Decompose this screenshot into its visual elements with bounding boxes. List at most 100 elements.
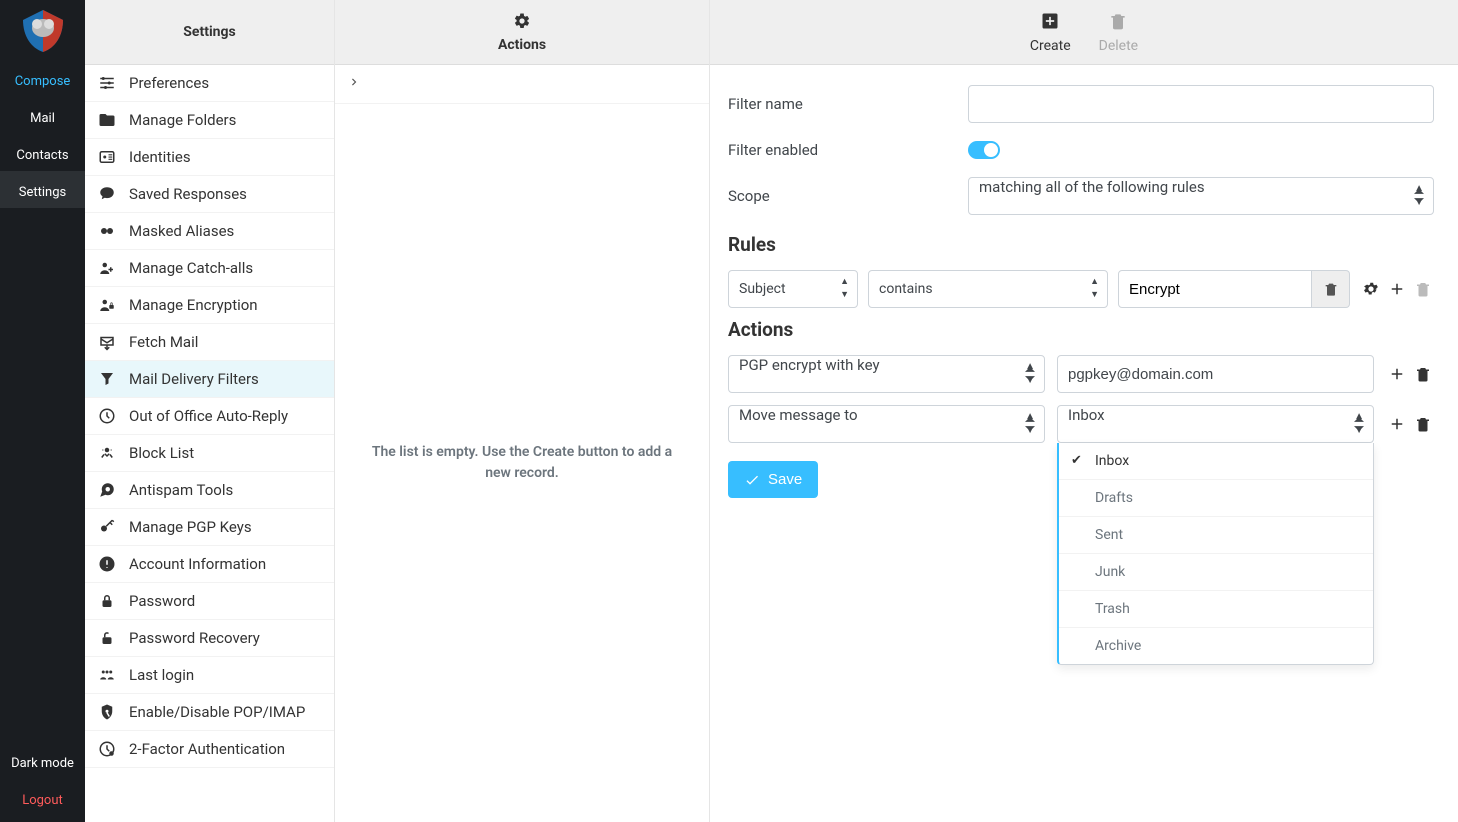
folder-option-junk[interactable]: Junk [1059,554,1373,591]
action1-type-select[interactable]: PGP encrypt with key [728,355,1045,393]
settings-item-label: Fetch Mail [129,333,198,351]
action-row-1: PGP encrypt with key ▲▼ [728,355,1434,393]
folder-option-drafts[interactable]: Drafts [1059,480,1373,517]
folder-dropdown: InboxDraftsSentJunkTrashArchive [1057,443,1374,665]
settings-item-icon [97,148,117,166]
action1-value-input[interactable] [1057,355,1374,393]
folder-option-sent[interactable]: Sent [1059,517,1373,554]
chevron-right-icon[interactable] [335,65,709,104]
settings-item-out-of-office-auto-reply[interactable]: Out of Office Auto-Reply [85,398,334,435]
settings-item-icon [97,185,117,203]
settings-item-label: 2-Factor Authentication [129,740,285,758]
settings-item-mail-delivery-filters[interactable]: Mail Delivery Filters [85,361,334,398]
settings-header: Settings [85,0,334,65]
delete-button: Delete [1099,11,1138,54]
settings-item-label: Masked Aliases [129,222,234,240]
settings-item-password-recovery[interactable]: Password Recovery [85,620,334,657]
nav-settings-label: Settings [19,185,66,200]
settings-item-antispam-tools[interactable]: Antispam Tools [85,472,334,509]
nav-rail: Compose Mail Contacts Settings Dark mode… [0,0,85,822]
plus-box-icon [1040,11,1060,36]
settings-item-label: Password Recovery [129,629,260,647]
settings-item-manage-catch-alls[interactable]: Manage Catch-alls [85,250,334,287]
nav-mail-label: Mail [30,111,55,126]
action2-folder-select[interactable]: Inbox [1057,405,1374,443]
folder-option-inbox[interactable]: Inbox [1059,443,1373,480]
settings-item-password[interactable]: Password [85,583,334,620]
action1-add-icon[interactable] [1386,365,1408,383]
settings-item-label: Out of Office Auto-Reply [129,407,288,425]
settings-item-identities[interactable]: Identities [85,139,334,176]
rules-title: Rules [728,233,1434,256]
settings-item-label: Mail Delivery Filters [129,370,259,388]
actions-header-label: Actions [498,37,546,53]
settings-item-2-factor-authentication[interactable]: 2-Factor Authentication [85,731,334,768]
check-icon [744,472,760,488]
rule-delete-icon [1412,280,1434,298]
gear-icon [513,12,531,35]
settings-item-saved-responses[interactable]: Saved Responses [85,176,334,213]
action2-add-icon[interactable] [1386,415,1408,433]
settings-item-label: Manage PGP Keys [129,518,252,536]
settings-item-icon [97,407,117,425]
folder-option-archive[interactable]: Archive [1059,628,1373,664]
actions-title: Actions [728,318,1434,341]
filter-enabled-toggle[interactable] [968,141,1000,159]
action2-delete-icon[interactable] [1412,415,1434,433]
nav-mail[interactable]: Mail [0,97,85,134]
rule-value-input[interactable] [1119,271,1311,307]
rule-field-select[interactable]: Subject ▲▼ [728,270,858,308]
settings-item-masked-aliases[interactable]: Masked Aliases [85,213,334,250]
rule-settings-icon[interactable] [1360,280,1382,298]
nav-compose-label: Compose [15,74,71,89]
settings-list: Preferences Manage Folders Identities Saved… [85,65,334,822]
rule-op-select[interactable]: contains ▲▼ [868,270,1108,308]
settings-item-icon [97,370,117,388]
filter-enabled-label: Filter enabled [728,141,968,159]
nav-dark-mode[interactable]: Dark mode [0,742,85,779]
settings-item-icon [97,481,117,499]
empty-list-message: The list is empty. Use the Create button… [335,104,709,822]
folder-option-trash[interactable]: Trash [1059,591,1373,628]
filter-name-input[interactable] [968,85,1434,123]
settings-item-manage-encryption[interactable]: Manage Encryption [85,287,334,324]
delete-label: Delete [1099,38,1138,54]
form-column: Create Delete Filter name Filter enabled… [710,0,1458,822]
action1-delete-icon[interactable] [1412,365,1434,383]
settings-item-label: Last login [129,666,194,684]
nav-compose[interactable]: Compose [0,60,85,97]
settings-item-icon [97,592,117,610]
action2-type-select[interactable]: Move message to [728,405,1045,443]
settings-item-manage-folders[interactable]: Manage Folders [85,102,334,139]
settings-item-fetch-mail[interactable]: Fetch Mail [85,324,334,361]
app-logo [0,0,85,60]
actions-column: Actions The list is empty. Use the Creat… [335,0,710,822]
settings-item-account-information[interactable]: Account Information [85,546,334,583]
nav-logout-label: Logout [22,793,63,808]
nav-logout[interactable]: Logout [0,779,85,822]
nav-contacts-label: Contacts [16,148,68,163]
settings-item-label: Manage Encryption [129,296,258,314]
action-row-2: Move message to ▲▼ Inbox ▲▼ InboxDraftsS… [728,405,1434,443]
nav-settings[interactable]: Settings [0,171,85,208]
settings-item-label: Manage Folders [129,111,236,129]
rule-clear-button[interactable] [1312,270,1350,308]
rule-add-icon[interactable] [1386,280,1408,298]
filter-name-label: Filter name [728,95,968,113]
save-button[interactable]: Save [728,461,818,498]
settings-item-preferences[interactable]: Preferences [85,65,334,102]
nav-contacts[interactable]: Contacts [0,134,85,171]
settings-item-last-login[interactable]: Last login [85,657,334,694]
settings-item-icon [97,518,117,536]
settings-item-label: Manage Catch-alls [129,259,253,277]
nav-dark-label: Dark mode [11,756,74,771]
settings-item-icon [97,703,117,721]
settings-item-label: Identities [129,148,191,166]
create-button[interactable]: Create [1030,11,1071,54]
settings-item-block-list[interactable]: Block List [85,435,334,472]
scope-label: Scope [728,187,968,205]
settings-item-manage-pgp-keys[interactable]: Manage PGP Keys [85,509,334,546]
settings-item-enable-disable-pop-imap[interactable]: Enable/Disable POP/IMAP [85,694,334,731]
settings-item-icon [97,555,117,573]
scope-select[interactable]: matching all of the following rules [968,177,1434,215]
